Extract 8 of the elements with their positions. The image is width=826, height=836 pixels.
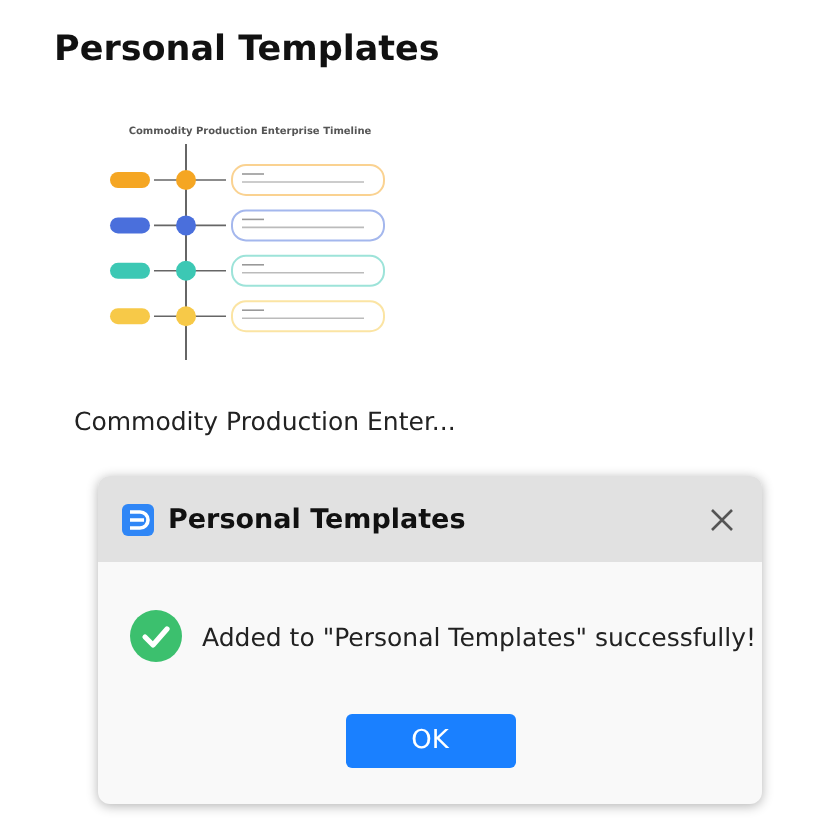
page-title: Personal Templates [52, 28, 442, 70]
dialog-title: Personal Templates [168, 503, 468, 535]
template-name[interactable]: Commodity Production Enter... [74, 406, 456, 436]
app-logo-icon [122, 503, 154, 535]
ok-button[interactable]: OK [345, 714, 515, 768]
success-message: Added to "Personal Templates" successfully! [202, 621, 757, 651]
close-button[interactable] [706, 503, 738, 535]
success-check-icon [130, 610, 182, 662]
